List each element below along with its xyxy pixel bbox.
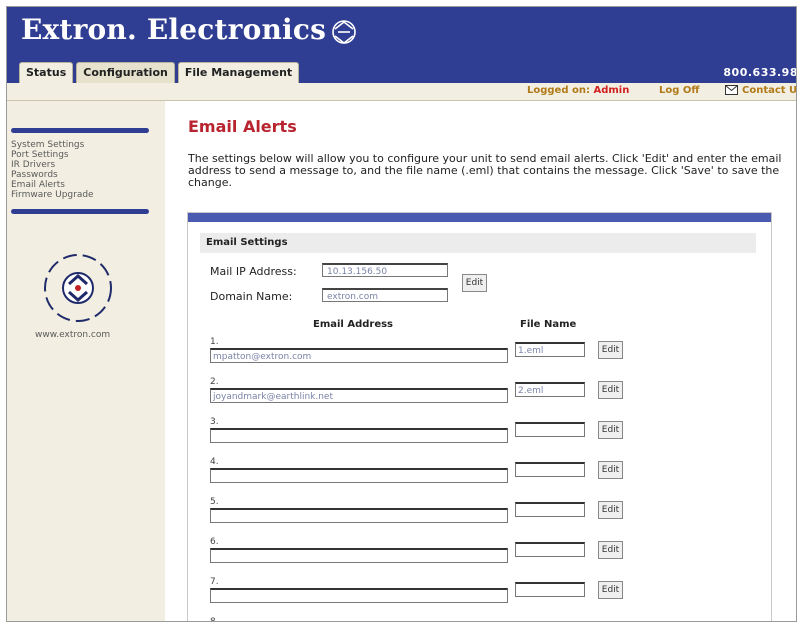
tab-status[interactable]: Status [19, 62, 74, 83]
row-number: 5. [210, 497, 219, 507]
tab-configuration[interactable]: Configuration [76, 62, 175, 83]
log-off-link[interactable]: Log Off [659, 85, 699, 96]
sidebar-divider [11, 128, 149, 133]
logged-on-label: Logged on: [527, 85, 590, 96]
file-name-field[interactable] [515, 422, 585, 437]
sidebar-menu: System Settings Port Settings IR Drivers… [11, 140, 94, 200]
sidebar-item-passwords[interactable]: Passwords [11, 170, 94, 180]
row-number: 2. [210, 377, 219, 387]
row-number: 1. [210, 337, 219, 347]
sidebar-item-port-settings[interactable]: Port Settings [11, 150, 94, 160]
edit-row-button[interactable]: Edit [598, 621, 623, 622]
email-settings-heading: Email Settings [200, 233, 756, 253]
website-link[interactable]: www.extron.com [35, 330, 110, 340]
edit-row-button[interactable]: Edit [598, 541, 623, 559]
email-address-field[interactable] [210, 428, 508, 443]
user-bar: Logged on: Admin Log Off Contact U [7, 83, 796, 101]
email-address-field[interactable] [210, 548, 508, 563]
logged-on-status: Logged on: Admin [527, 85, 629, 96]
brand-logo[interactable]: Extron. Electronics [21, 13, 326, 46]
row-number: 8. [210, 617, 219, 622]
file-name-field[interactable]: 1.eml [515, 342, 585, 357]
main-tabs: Status Configuration File Management [19, 62, 300, 84]
row-number: 7. [210, 577, 219, 587]
edit-row-button[interactable]: Edit [598, 341, 623, 359]
sidebar-divider [11, 209, 149, 214]
edit-row-button[interactable]: Edit [598, 461, 623, 479]
email-address-field[interactable] [210, 588, 508, 603]
sidebar-item-firmware-upgrade[interactable]: Firmware Upgrade [11, 190, 94, 200]
panel-header-bar [188, 213, 771, 222]
file-name-field[interactable] [515, 462, 585, 477]
file-name-field[interactable] [515, 502, 585, 517]
tab-file-management[interactable]: File Management [177, 62, 300, 83]
sidebar-item-ir-drivers[interactable]: IR Drivers [11, 160, 94, 170]
email-address-field[interactable]: joyandmark@earthlink.net [210, 388, 508, 403]
email-address-field[interactable] [210, 508, 508, 523]
service-support-seal-icon [44, 254, 112, 322]
row-number: 4. [210, 457, 219, 467]
page-title: Email Alerts [188, 117, 297, 136]
file-name-field[interactable]: 2.eml [515, 382, 585, 397]
file-name-field[interactable] [515, 582, 585, 597]
email-address-column-header: Email Address [313, 319, 394, 330]
email-settings-panel: Email Settings Mail IP Address: 10.13.15… [187, 212, 772, 622]
mail-ip-label: Mail IP Address: [210, 265, 297, 278]
logged-on-user: Admin [593, 85, 630, 96]
row-number: 3. [210, 417, 219, 427]
phone-number: 800.633.98 [723, 66, 797, 79]
domain-name-field[interactable]: extron.com [322, 288, 448, 302]
site-header: Extron. Electronics Status Configuration… [7, 7, 797, 101]
row-number: 6. [210, 537, 219, 547]
extron-swirl-icon [332, 20, 356, 45]
edit-settings-button[interactable]: Edit [462, 274, 487, 292]
edit-row-button[interactable]: Edit [598, 581, 623, 599]
domain-name-label: Domain Name: [210, 290, 293, 303]
sidebar: System Settings Port Settings IR Drivers… [7, 101, 165, 621]
envelope-icon[interactable] [725, 85, 738, 95]
sidebar-item-email-alerts[interactable]: Email Alerts [11, 180, 94, 190]
edit-row-button[interactable]: Edit [598, 381, 623, 399]
file-name-column-header: File Name [520, 319, 577, 330]
sidebar-item-system-settings[interactable]: System Settings [11, 140, 94, 150]
contact-us-link[interactable]: Contact U [742, 85, 796, 96]
intro-text: The settings below will allow you to con… [188, 152, 782, 189]
file-name-field[interactable] [515, 542, 585, 557]
email-address-field[interactable]: mpatton@extron.com [210, 348, 508, 363]
browser-page: Extron. Electronics Status Configuration… [6, 6, 797, 622]
email-address-field[interactable] [210, 468, 508, 483]
edit-row-button[interactable]: Edit [598, 421, 623, 439]
edit-row-button[interactable]: Edit [598, 501, 623, 519]
mail-ip-field[interactable]: 10.13.156.50 [322, 263, 448, 277]
